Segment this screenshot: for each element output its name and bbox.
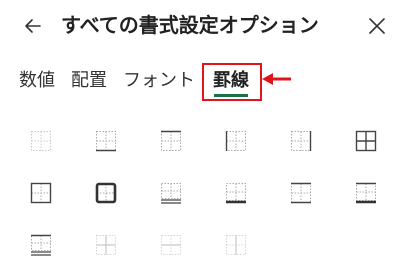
thick-bottom-border-icon [226, 183, 246, 204]
red-arrow-pointer-icon [262, 73, 291, 85]
top-double-bottom-border-icon [31, 234, 51, 256]
border-option-thick-bottom[interactable] [223, 180, 249, 206]
top-bottom-border-icon [291, 182, 311, 204]
thick-box-border-icon [95, 182, 117, 204]
top-border-icon [161, 130, 181, 151]
border-option-thick-box[interactable] [93, 180, 119, 206]
close-icon [369, 18, 385, 34]
inside-borders-icon [96, 235, 116, 255]
annotation-highlight-box [202, 63, 262, 101]
bottom-double-border-icon [161, 183, 181, 204]
bottom-border-icon [96, 131, 116, 152]
border-option-top[interactable] [158, 128, 184, 154]
outside-borders-icon [30, 182, 52, 204]
tab-number[interactable]: 数値 [19, 68, 55, 94]
left-border-icon [225, 131, 246, 151]
border-option-outside[interactable] [28, 180, 54, 206]
close-button[interactable] [364, 13, 390, 39]
border-option-bottom[interactable] [93, 128, 119, 154]
border-option-right[interactable] [288, 128, 314, 154]
format-options-panel: すべての書式設定オプション 数値 配置 フォント 罫線 [0, 0, 397, 277]
arrow-left-icon [25, 19, 41, 33]
border-option-top-double-bottom[interactable] [28, 232, 54, 258]
right-border-icon [291, 131, 312, 151]
tab-alignment[interactable]: 配置 [71, 68, 107, 94]
tab-font[interactable]: フォント [123, 68, 195, 94]
back-button[interactable] [20, 13, 46, 39]
border-option-inside-horizontal[interactable] [158, 232, 184, 258]
inside-horizontal-border-icon [161, 235, 181, 255]
border-option-inside[interactable] [93, 232, 119, 258]
border-option-top-thick-bottom[interactable] [353, 180, 379, 206]
inside-vertical-border-icon [226, 235, 246, 255]
border-option-all[interactable] [353, 128, 379, 154]
border-option-left[interactable] [223, 128, 249, 154]
top-thick-bottom-border-icon [356, 182, 376, 204]
border-option-no-border[interactable] [28, 128, 54, 154]
border-option-bottom-double[interactable] [158, 180, 184, 206]
all-borders-icon [355, 130, 377, 152]
panel-title: すべての書式設定オプション [61, 13, 319, 37]
border-option-inside-vertical[interactable] [223, 232, 249, 258]
no-border-icon [31, 131, 51, 151]
border-option-top-bottom[interactable] [288, 180, 314, 206]
